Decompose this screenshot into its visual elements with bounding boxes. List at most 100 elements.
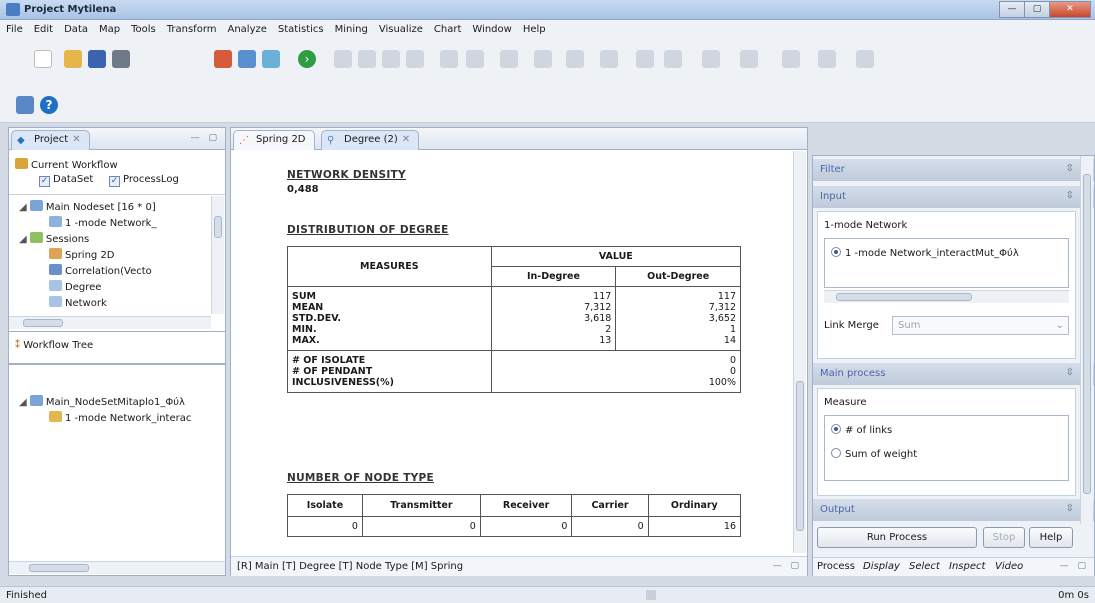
table-icon[interactable] xyxy=(238,50,256,68)
tab-process[interactable]: Process xyxy=(817,561,855,572)
tree-item-sessions[interactable]: ◢ Sessions xyxy=(19,232,89,245)
run-process-button[interactable]: Run Process xyxy=(817,527,977,548)
tab-display[interactable]: Display xyxy=(863,561,900,572)
session-network[interactable]: Network xyxy=(49,296,107,309)
chevron-down-icon[interactable]: ⌄ xyxy=(1056,320,1064,331)
tree-item-network[interactable]: 1 -mode Network_ xyxy=(49,216,156,229)
radio-selected-icon[interactable] xyxy=(831,424,841,434)
import-icon[interactable] xyxy=(214,50,232,68)
scroll-thumb[interactable] xyxy=(214,216,222,238)
close-icon[interactable]: ✕ xyxy=(72,134,80,145)
close-button[interactable]: ✕ xyxy=(1049,1,1091,18)
processlog-checkbox[interactable]: ✓ ProcessLog xyxy=(109,174,179,187)
menu-map[interactable]: Map xyxy=(99,24,120,35)
scroll-thumb[interactable] xyxy=(836,293,972,301)
help-icon[interactable]: ? xyxy=(40,96,58,114)
main-process-section[interactable]: Main process ⇳ xyxy=(813,363,1094,385)
cross-icon[interactable] xyxy=(382,50,400,68)
session-degree[interactable]: Degree xyxy=(49,280,101,293)
grip-icon[interactable]: ⇳ xyxy=(1066,503,1074,514)
menu-data[interactable]: Data xyxy=(64,24,88,35)
scroll-thumb[interactable] xyxy=(23,319,63,327)
shape-icon[interactable] xyxy=(466,50,484,68)
arrow-right-icon[interactable] xyxy=(600,50,618,68)
measure-option-links[interactable]: # of links xyxy=(831,424,892,436)
save-icon[interactable] xyxy=(88,50,106,68)
expand-icon[interactable]: ◢ xyxy=(19,202,27,213)
chart-icon[interactable] xyxy=(702,50,720,68)
scroll-thumb[interactable] xyxy=(29,564,89,572)
tab-inspect[interactable]: Inspect xyxy=(949,561,985,572)
transform-icon[interactable] xyxy=(334,50,352,68)
menu-transform[interactable]: Transform xyxy=(167,24,217,35)
project-hscroll[interactable] xyxy=(9,316,211,329)
input-section[interactable]: Input ⇳ xyxy=(813,186,1094,208)
bottom-tabs[interactable]: [R] Main [T] Degree [T] Node Type [M] Sp… xyxy=(237,561,463,572)
tab-degree[interactable]: ⚲ Degree (2) ✕ xyxy=(321,130,420,150)
refresh-icon[interactable] xyxy=(440,50,458,68)
menu-chart[interactable]: Chart xyxy=(434,24,461,35)
menu-file[interactable]: File xyxy=(6,24,23,35)
tree-item-root[interactable]: ◢ Main_NodeSetMitaplo1_Φύλ xyxy=(19,395,185,408)
tree-hscroll[interactable] xyxy=(9,561,225,574)
list-icon[interactable] xyxy=(566,50,584,68)
maximize-button[interactable]: ▢ xyxy=(1024,1,1050,18)
align-icon[interactable] xyxy=(534,50,552,68)
stop-button[interactable]: Stop xyxy=(983,527,1025,548)
menu-tools[interactable]: Tools xyxy=(131,24,156,35)
filter-section[interactable]: Filter ⇳ xyxy=(813,159,1094,181)
menu-help[interactable]: Help xyxy=(523,24,546,35)
menu-statistics[interactable]: Statistics xyxy=(278,24,324,35)
expand-icon[interactable]: ◢ xyxy=(19,234,27,245)
input-radio-option[interactable]: 1 -mode Network_interactMut_Φύλ xyxy=(831,247,1064,259)
editor-vscroll[interactable] xyxy=(793,151,806,553)
panel-minmax-icon[interactable]: — ▢ xyxy=(191,133,220,143)
tree-item-child[interactable]: 1 -mode Network_interac xyxy=(49,411,191,424)
filter-icon[interactable] xyxy=(358,50,376,68)
layout-icon[interactable] xyxy=(500,50,518,68)
checkbox-checked-icon[interactable]: ✓ xyxy=(39,176,50,187)
arrow-forward-icon[interactable] xyxy=(636,50,654,68)
side-vscroll[interactable] xyxy=(1080,156,1093,524)
link-merge-select[interactable]: Sum ⌄ xyxy=(892,316,1069,335)
session-correlation[interactable]: Correlation(Vecto xyxy=(49,264,152,277)
menu-window[interactable]: Window xyxy=(472,24,511,35)
tab-project[interactable]: ◆ Project ✕ xyxy=(11,130,90,150)
cluster-icon[interactable] xyxy=(782,50,800,68)
dashboard-icon[interactable] xyxy=(16,96,34,114)
run-icon[interactable]: › xyxy=(298,50,316,68)
grip-icon[interactable]: ⇳ xyxy=(1066,163,1074,174)
menu-edit[interactable]: Edit xyxy=(34,24,53,35)
panel-minmax-icon[interactable]: — ▢ xyxy=(773,561,802,571)
radio-selected-icon[interactable] xyxy=(831,247,841,257)
close-icon[interactable]: ✕ xyxy=(402,134,410,145)
grid-icon[interactable] xyxy=(856,50,874,68)
project-vscroll[interactable] xyxy=(211,196,224,314)
grip-icon[interactable]: ⇳ xyxy=(1066,190,1074,201)
checkbox-checked-icon[interactable]: ✓ xyxy=(109,176,120,187)
tab-video[interactable]: Video xyxy=(995,561,1023,572)
open-folder-icon[interactable] xyxy=(64,50,82,68)
scroll-thumb[interactable] xyxy=(796,381,804,531)
minimize-button[interactable]: — xyxy=(999,1,1025,18)
dataset-checkbox[interactable]: ✓ DataSet xyxy=(39,174,93,187)
measure-option-weight[interactable]: Sum of weight xyxy=(831,448,917,460)
cross-alt-icon[interactable] xyxy=(406,50,424,68)
scroll-thumb[interactable] xyxy=(1083,174,1091,494)
new-file-icon[interactable] xyxy=(34,50,52,68)
print-icon[interactable] xyxy=(112,50,130,68)
output-section[interactable]: Output ⇳ xyxy=(813,499,1094,521)
expand-icon[interactable]: ◢ xyxy=(19,397,27,408)
input-hscroll[interactable] xyxy=(824,290,1069,303)
menu-mining[interactable]: Mining xyxy=(335,24,368,35)
radio-icon[interactable] xyxy=(831,448,841,458)
menu-visualize[interactable]: Visualize xyxy=(379,24,423,35)
tab-spring-2d[interactable]: ⋰ Spring 2D xyxy=(233,130,315,150)
help-button[interactable]: Help xyxy=(1029,527,1073,548)
menu-analyze[interactable]: Analyze xyxy=(228,24,267,35)
session-spring-2d[interactable]: Spring 2D xyxy=(49,248,115,261)
step-icon[interactable] xyxy=(664,50,682,68)
grip-icon[interactable]: ⇳ xyxy=(1066,367,1074,378)
tree-item-main-nodeset[interactable]: ◢ Main Nodeset [16 * 0] xyxy=(19,200,156,213)
matrix-icon[interactable] xyxy=(818,50,836,68)
